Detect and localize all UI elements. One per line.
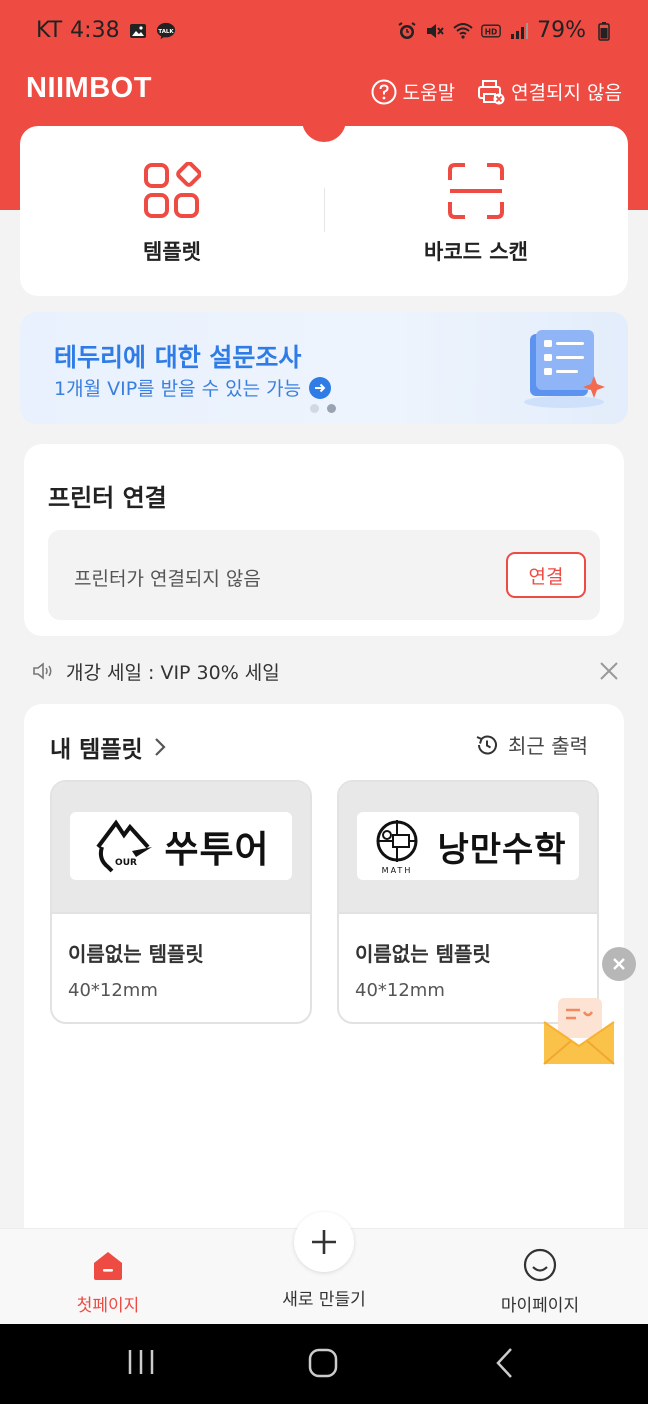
template-card[interactable]: OUR 쑤투어 이름없는 템플릿 40*12mm	[50, 780, 312, 1024]
banner-dot-2[interactable]	[327, 404, 336, 413]
template-preview: OUR 쑤투어	[52, 782, 310, 914]
my-templates-title: 내 템플릿	[50, 737, 143, 763]
app-title: NIIMBOT	[26, 72, 152, 104]
label-text: 쑤투어	[164, 828, 270, 871]
back-icon[interactable]	[492, 1346, 516, 1380]
history-icon	[476, 735, 497, 754]
template-size: 40*12mm	[68, 980, 158, 1001]
recent-print-button[interactable]: 최근 출력	[474, 730, 588, 759]
barcode-scan-icon	[448, 163, 504, 219]
template-label: 템플렛	[143, 240, 201, 264]
barcode-scan-button[interactable]: 바코드 스캔	[324, 126, 628, 296]
connect-button[interactable]: 연결	[506, 552, 586, 598]
svg-text:TALK: TALK	[158, 28, 174, 34]
close-icon	[613, 958, 625, 970]
template-grid-icon	[144, 162, 201, 218]
signal-icon	[511, 22, 529, 39]
clock: 4:38	[70, 18, 120, 43]
create-button[interactable]	[294, 1212, 354, 1272]
floating-close-button[interactable]	[602, 947, 636, 981]
help-button[interactable]: 도움말	[371, 78, 455, 105]
status-right: HD 79%	[397, 18, 614, 43]
svg-text:HD: HD	[485, 27, 498, 36]
system-navigation-bar	[0, 1324, 648, 1404]
label-preview: MATH 낭만수학	[357, 812, 579, 880]
nav-home-label: 첫페이지	[76, 1296, 140, 1316]
quick-actions-card: 템플렛 바코드 스캔	[20, 126, 628, 296]
status-left: KT 4:38 TALK	[36, 18, 176, 43]
home-icon	[94, 1252, 122, 1280]
recent-apps-icon[interactable]	[126, 1346, 156, 1378]
smiley-icon	[523, 1248, 557, 1282]
battery-percent: 79%	[537, 18, 586, 43]
printer-status-text: 프린터가 연결되지 않음	[74, 568, 261, 590]
close-icon[interactable]	[598, 660, 620, 682]
system-home-icon[interactable]	[306, 1346, 340, 1380]
template-size: 40*12mm	[355, 980, 445, 1001]
connection-label: 연결되지 않음	[511, 82, 622, 104]
recent-print-label: 최근 출력	[508, 734, 588, 758]
status-bar: KT 4:38 TALK HD 79%	[0, 0, 648, 62]
my-templates-link[interactable]: 내 템플릿	[50, 730, 167, 764]
barcode-scan-label: 바코드 스캔	[424, 240, 528, 264]
printer-status-box: 프린터가 연결되지 않음 연결	[48, 530, 600, 620]
printer-disconnected-icon	[478, 79, 505, 104]
hd-voice-icon: HD	[481, 24, 501, 37]
wifi-icon	[453, 22, 473, 39]
template-button[interactable]: 템플렛	[20, 126, 324, 296]
speaker-icon	[33, 662, 52, 680]
printer-connection-card: 프린터 연결 프린터가 연결되지 않음 연결	[24, 444, 624, 636]
template-card[interactable]: MATH 낭만수학 이름없는 템플릿 40*12mm	[337, 780, 599, 1024]
mute-icon	[427, 23, 444, 38]
alarm-icon	[398, 21, 416, 39]
template-name: 이름없는 템플릿	[68, 942, 204, 966]
banner-pagination	[310, 404, 336, 413]
template-preview: MATH 낭만수학	[339, 782, 597, 914]
label-preview: OUR 쑤투어	[70, 812, 292, 880]
my-templates-card: 내 템플릿 최근 출력 OUR 쑤투어 이름없는 템플릿 40*12mm MAT…	[24, 704, 624, 1264]
template-name: 이름없는 템플릿	[355, 942, 491, 966]
label-text: 낭만수학	[437, 829, 567, 870]
banner-title: 테두리에 대한 설문조사	[54, 343, 302, 372]
sale-notice[interactable]: 개강 세일 : VIP 30% 세일	[32, 656, 622, 686]
banner-subtitle: 1개월 VIP를 받을 수 있는 가능	[54, 378, 302, 400]
nav-mypage[interactable]: 마이페이지	[470, 1229, 610, 1325]
logo-text: OUR	[115, 858, 137, 868]
survey-document-icon	[524, 330, 605, 408]
printer-card-title: 프린터 연결	[48, 484, 167, 512]
gallery-notification-icon	[129, 23, 146, 38]
arrow-right-icon	[309, 376, 332, 399]
talk-notification-icon: TALK	[156, 22, 175, 39]
chevron-right-icon	[154, 738, 166, 756]
nav-mypage-label: 마이페이지	[500, 1296, 580, 1316]
battery-icon	[598, 21, 610, 41]
header-actions: 도움말 연결되지 않음	[371, 78, 622, 105]
help-icon	[371, 79, 397, 104]
banner-subtitle-row: 1개월 VIP를 받을 수 있는 가능	[54, 374, 332, 401]
nav-home[interactable]: 첫페이지	[38, 1229, 178, 1325]
survey-banner[interactable]: 테두리에 대한 설문조사 1개월 VIP를 받을 수 있는 가능	[20, 312, 628, 424]
connection-status-button[interactable]: 연결되지 않음	[477, 78, 622, 105]
banner-dot-1[interactable]	[310, 404, 319, 413]
help-label: 도움말	[402, 82, 456, 104]
plus-icon	[312, 1230, 336, 1254]
math-logo-icon: MATH	[376, 820, 418, 875]
nav-create-label: 새로 만들기	[282, 1290, 366, 1310]
envelope-icon[interactable]	[540, 996, 618, 1068]
carrier-label: KT	[36, 18, 63, 43]
notice-text: 개강 세일 : VIP 30% 세일	[66, 661, 280, 684]
tour-logo-icon: OUR	[96, 819, 153, 873]
logo-text: MATH	[382, 866, 413, 875]
